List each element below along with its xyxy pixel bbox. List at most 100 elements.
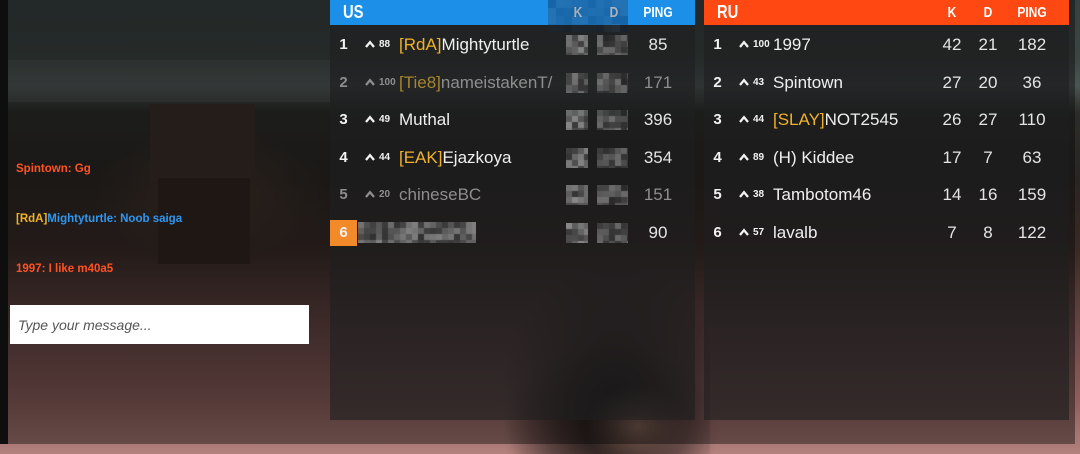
- redacted-player-name: [358, 222, 476, 243]
- player-clan-tag: [RdA]: [399, 35, 442, 54]
- redacted-deaths: [597, 72, 628, 93]
- player-rank: 2: [339, 73, 348, 91]
- rank-chevron-icon: [365, 115, 375, 123]
- player-row: 4 44 [EAK]Ejazkoya 354: [330, 139, 695, 177]
- player-ping: 182: [1017, 35, 1047, 54]
- player-name: Tambotom46: [773, 185, 872, 205]
- chat-panel: Spintown: Gg [RdA]Mightyturtle: Noob saig…: [0, 0, 330, 454]
- rank-chevron-icon: [739, 115, 749, 123]
- player-name-cell: Spintown: [773, 64, 843, 102]
- player-deaths: 21: [978, 35, 998, 54]
- chat-message: [RdA]Mightyturtle: Noob saiga: [16, 212, 182, 226]
- redacted-kills: [566, 72, 588, 93]
- player-rank: 4: [713, 148, 722, 166]
- rank-chevron-icon: [739, 77, 749, 86]
- player-clan-tag: [SLAY]: [773, 110, 825, 130]
- redacted-kills: [566, 223, 588, 243]
- player-ping: 63: [1022, 147, 1042, 167]
- chat-message-text: 1997: I like m40a5: [16, 263, 114, 275]
- player-clan-tag: [EAK]: [399, 147, 443, 167]
- player-row: 1 88 [RdA]Mightyturtle 85: [330, 26, 695, 64]
- player-kills: 42: [942, 35, 962, 54]
- chat-message-input[interactable]: [10, 305, 309, 344]
- rank-chevron-icon: [739, 153, 749, 161]
- player-kills: 14: [942, 185, 962, 205]
- player-name-cell: chineseBC: [399, 176, 481, 214]
- player-deaths: 20: [978, 72, 998, 92]
- player-rank: 3: [339, 111, 348, 129]
- deaths-column-header: D: [983, 4, 993, 21]
- rank-chevron-icon: [739, 190, 749, 199]
- player-name: lavalb: [773, 223, 818, 242]
- player-ping: 171: [643, 72, 673, 92]
- player-level: 44: [753, 114, 765, 126]
- chat-message: 1997: I like m40a5: [16, 262, 113, 276]
- player-ping: 151: [643, 185, 673, 205]
- player-level: 44: [379, 151, 391, 163]
- redacted-kills: [566, 185, 588, 206]
- team-header: RU K D PING: [704, 0, 1069, 25]
- team-name: US: [343, 2, 364, 22]
- player-row: 6 57 lavalb 7 8 122: [704, 214, 1069, 252]
- player-kills: 7: [947, 223, 957, 242]
- rank-chevron-icon: [739, 40, 749, 48]
- player-name: Muthal: [399, 110, 451, 130]
- player-level: 43: [753, 76, 765, 88]
- player-name-cell: [RdA]Mightyturtle: [399, 26, 529, 64]
- player-rank: 5: [713, 186, 722, 204]
- chat-message: Spintown: Gg: [16, 162, 91, 176]
- player-rank: 2: [713, 73, 722, 91]
- player-name: Spintown: [773, 72, 843, 92]
- player-rank: 1: [339, 36, 348, 53]
- player-ping: 90: [648, 223, 668, 242]
- team-name: RU: [717, 2, 739, 22]
- redacted-kills: [566, 35, 588, 55]
- player-rank: 1: [713, 36, 722, 53]
- rank-chevron-icon: [365, 40, 375, 48]
- redacted-kills: [566, 110, 588, 131]
- redacted-kills: [566, 147, 588, 168]
- redacted-deaths: [597, 147, 628, 168]
- team-player-list: 1 100 1997 42 21 182 2 43 Spintown 27 20 36 3 44 [SLAY…: [704, 25, 1069, 420]
- rank-chevron-icon: [739, 228, 749, 236]
- ping-column-header: PING: [643, 4, 673, 21]
- player-ping: 354: [643, 147, 673, 167]
- player-name-cell: 1997: [773, 26, 811, 64]
- chat-message-text: Spintown: Gg: [16, 163, 91, 175]
- player-level: 49: [379, 114, 391, 126]
- player-kills: 27: [942, 72, 962, 92]
- player-rank: 3: [713, 111, 722, 129]
- team-player-list: 1 88 [RdA]Mightyturtle 85 2 100 [Tie8]nameista…: [330, 25, 695, 420]
- redacted-header-blur: [548, 0, 628, 32]
- player-ping: 396: [643, 110, 673, 130]
- player-row: 2 100 [Tie8]nameistakenT/171: [330, 64, 695, 102]
- player-ping: 122: [1017, 223, 1047, 242]
- player-level: 20: [379, 189, 391, 201]
- player-name-cell: [EAK]Ejazkoya: [399, 139, 511, 177]
- rank-chevron-icon: [365, 77, 375, 86]
- chat-message-text: Mightyturtle: Noob saiga: [47, 213, 183, 225]
- player-name-cell: Tambotom46: [773, 176, 871, 214]
- ping-column-header: PING: [1017, 4, 1047, 21]
- player-level: 57: [753, 227, 765, 238]
- player-level: 38: [753, 189, 765, 201]
- player-name: nameistakenT/: [440, 72, 553, 92]
- player-name: Ejazkoya: [442, 147, 512, 167]
- redacted-deaths: [597, 35, 628, 55]
- player-rank: 6: [713, 224, 722, 241]
- player-ping: 85: [648, 35, 668, 54]
- player-name: chineseBC: [399, 185, 482, 205]
- team-header: US K D PING: [330, 0, 695, 25]
- player-clan-tag: [Tie8]: [399, 72, 441, 92]
- player-row: 3 49 Muthal 396: [330, 101, 695, 139]
- player-name-cell: [Tie8]nameistakenT/: [399, 64, 552, 102]
- player-row: 1 100 1997 42 21 182: [704, 26, 1069, 64]
- redacted-deaths: [597, 110, 628, 131]
- player-ping: 36: [1022, 72, 1042, 92]
- player-level: 88: [379, 39, 391, 50]
- player-name: NOT2545: [824, 110, 899, 130]
- player-name: (H) Kiddee: [773, 147, 855, 167]
- player-rank: 4: [339, 148, 348, 166]
- team-us-panel: US K D PING 1 88 [RdA]Mightyturtle 85 2 100[T…: [330, 0, 695, 420]
- player-deaths: 7: [983, 147, 993, 167]
